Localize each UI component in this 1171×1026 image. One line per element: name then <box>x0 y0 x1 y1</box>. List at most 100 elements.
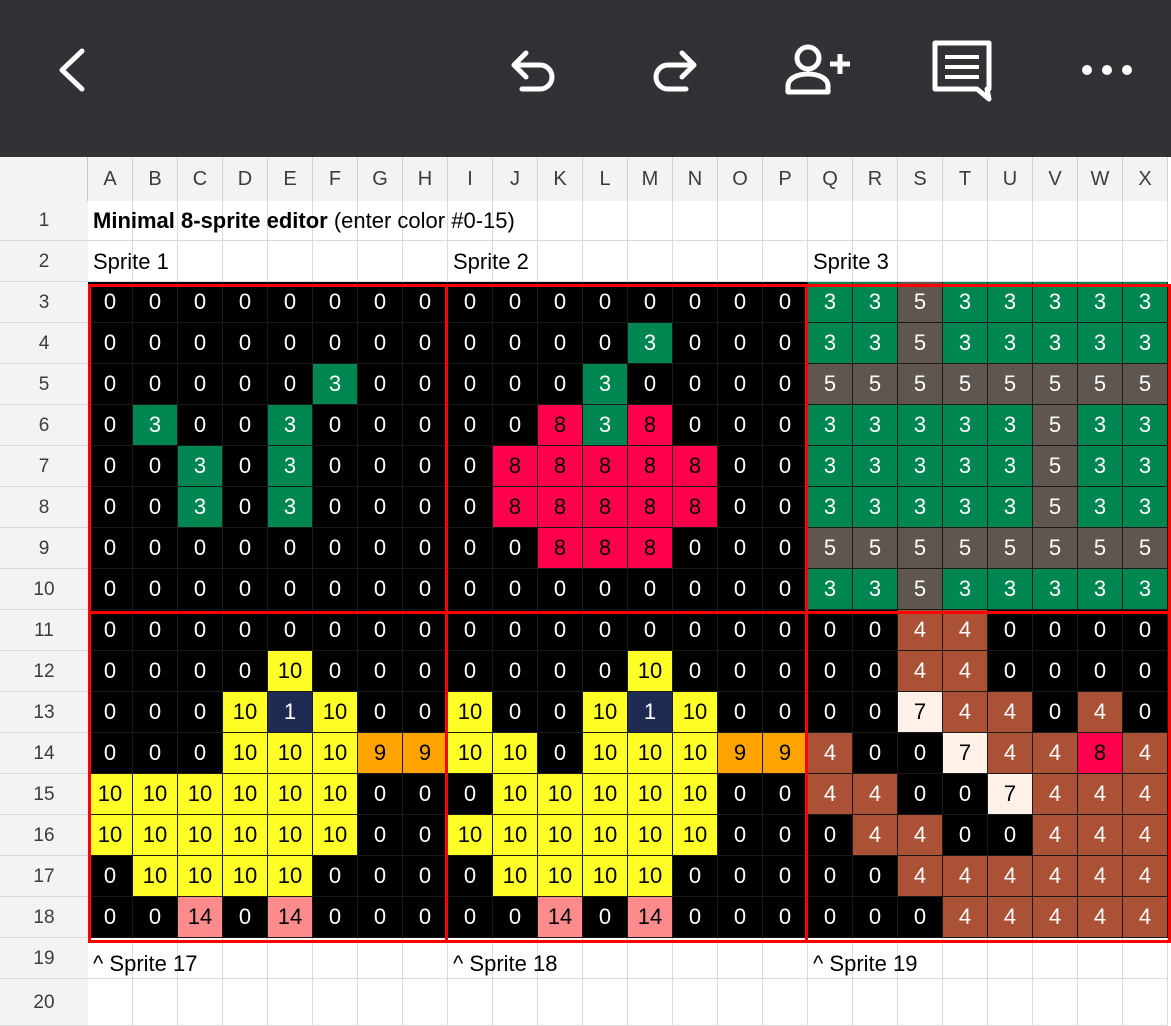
pixel-cell-k3[interactable]: 0 <box>538 282 583 323</box>
cell-w2[interactable] <box>1078 241 1123 282</box>
pixel-cell-c4[interactable]: 0 <box>178 323 223 364</box>
pixel-cell-o7[interactable]: 0 <box>718 446 763 487</box>
column-header-n[interactable]: N <box>673 157 718 201</box>
pixel-cell-v4[interactable]: 3 <box>1033 323 1078 364</box>
pixel-cell-u14[interactable]: 4 <box>988 733 1033 774</box>
pixel-cell-q4[interactable]: 3 <box>808 323 853 364</box>
pixel-cell-v7[interactable]: 5 <box>1033 446 1078 487</box>
column-header-s[interactable]: S <box>898 157 943 201</box>
pixel-cell-x7[interactable]: 3 <box>1123 446 1168 487</box>
pixel-cell-j5[interactable]: 0 <box>493 364 538 405</box>
pixel-cell-a10[interactable]: 0 <box>88 569 133 610</box>
pixel-cell-d5[interactable]: 0 <box>223 364 268 405</box>
cell-n1[interactable] <box>673 201 718 241</box>
pixel-cell-v13[interactable]: 0 <box>1033 692 1078 733</box>
pixel-cell-c14[interactable]: 0 <box>178 733 223 774</box>
bottom-label-19[interactable]: ^ Sprite 19 <box>808 943 918 984</box>
pixel-cell-r14[interactable]: 0 <box>853 733 898 774</box>
pixel-cell-o12[interactable]: 0 <box>718 651 763 692</box>
pixel-cell-b18[interactable]: 0 <box>133 897 178 938</box>
pixel-cell-k16[interactable]: 10 <box>538 815 583 856</box>
pixel-cell-f9[interactable]: 0 <box>313 528 358 569</box>
pixel-cell-x3[interactable]: 3 <box>1123 282 1168 323</box>
cell-l20[interactable] <box>583 979 628 1026</box>
cell-u19[interactable] <box>988 938 1033 979</box>
pixel-cell-r6[interactable]: 3 <box>853 405 898 446</box>
pixel-cell-q16[interactable]: 0 <box>808 815 853 856</box>
pixel-cell-e12[interactable]: 10 <box>268 651 313 692</box>
row-header-14[interactable]: 14 <box>0 733 88 774</box>
pixel-cell-e15[interactable]: 10 <box>268 774 313 815</box>
pixel-cell-i9[interactable]: 0 <box>448 528 493 569</box>
pixel-cell-q7[interactable]: 3 <box>808 446 853 487</box>
cell-p20[interactable] <box>763 979 808 1026</box>
pixel-cell-v8[interactable]: 5 <box>1033 487 1078 528</box>
pixel-cell-b15[interactable]: 10 <box>133 774 178 815</box>
cell-b20[interactable] <box>133 979 178 1026</box>
pixel-cell-f15[interactable]: 10 <box>313 774 358 815</box>
back-button[interactable] <box>32 30 112 110</box>
pixel-cell-p17[interactable]: 0 <box>763 856 808 897</box>
column-header-q[interactable]: Q <box>808 157 853 201</box>
cell-e19[interactable] <box>268 938 313 979</box>
pixel-cell-i12[interactable]: 0 <box>448 651 493 692</box>
pixel-cell-f10[interactable]: 0 <box>313 569 358 610</box>
pixel-cell-f6[interactable]: 0 <box>313 405 358 446</box>
column-header-h[interactable]: H <box>403 157 448 201</box>
cell-t2[interactable] <box>943 241 988 282</box>
column-header-c[interactable]: C <box>178 157 223 201</box>
pixel-cell-t8[interactable]: 3 <box>943 487 988 528</box>
pixel-cell-n10[interactable]: 0 <box>673 569 718 610</box>
pixel-cell-v5[interactable]: 5 <box>1033 364 1078 405</box>
pixel-cell-s18[interactable]: 0 <box>898 897 943 938</box>
pixel-cell-f13[interactable]: 10 <box>313 692 358 733</box>
pixel-cell-h17[interactable]: 0 <box>403 856 448 897</box>
cell-f2[interactable] <box>313 241 358 282</box>
pixel-cell-i7[interactable]: 0 <box>448 446 493 487</box>
pixel-cell-k12[interactable]: 0 <box>538 651 583 692</box>
pixel-cell-s9[interactable]: 5 <box>898 528 943 569</box>
pixel-cell-q13[interactable]: 0 <box>808 692 853 733</box>
pixel-cell-v18[interactable]: 4 <box>1033 897 1078 938</box>
pixel-cell-u15[interactable]: 7 <box>988 774 1033 815</box>
row-header-4[interactable]: 4 <box>0 323 88 364</box>
row-header-9[interactable]: 9 <box>0 528 88 569</box>
pixel-cell-u13[interactable]: 4 <box>988 692 1033 733</box>
pixel-cell-i4[interactable]: 0 <box>448 323 493 364</box>
column-header-f[interactable]: F <box>313 157 358 201</box>
pixel-cell-b10[interactable]: 0 <box>133 569 178 610</box>
pixel-cell-u16[interactable]: 0 <box>988 815 1033 856</box>
pixel-cell-m15[interactable]: 10 <box>628 774 673 815</box>
pixel-cell-r9[interactable]: 5 <box>853 528 898 569</box>
column-header-t[interactable]: T <box>943 157 988 201</box>
pixel-cell-p8[interactable]: 0 <box>763 487 808 528</box>
cell-p1[interactable] <box>763 201 808 241</box>
pixel-cell-s12[interactable]: 4 <box>898 651 943 692</box>
pixel-cell-v9[interactable]: 5 <box>1033 528 1078 569</box>
cell-x20[interactable] <box>1123 979 1168 1026</box>
cell-g19[interactable] <box>358 938 403 979</box>
pixel-cell-m12[interactable]: 10 <box>628 651 673 692</box>
cell-m2[interactable] <box>628 241 673 282</box>
pixel-cell-x13[interactable]: 0 <box>1123 692 1168 733</box>
cell-o19[interactable] <box>718 938 763 979</box>
pixel-cell-j7[interactable]: 8 <box>493 446 538 487</box>
pixel-cell-k8[interactable]: 8 <box>538 487 583 528</box>
pixel-cell-f4[interactable]: 0 <box>313 323 358 364</box>
pixel-cell-e8[interactable]: 3 <box>268 487 313 528</box>
pixel-cell-m14[interactable]: 10 <box>628 733 673 774</box>
cell-t20[interactable] <box>943 979 988 1026</box>
pixel-cell-c6[interactable]: 0 <box>178 405 223 446</box>
pixel-cell-h3[interactable]: 0 <box>403 282 448 323</box>
pixel-cell-u12[interactable]: 0 <box>988 651 1033 692</box>
pixel-cell-g11[interactable]: 0 <box>358 610 403 651</box>
pixel-cell-t6[interactable]: 3 <box>943 405 988 446</box>
pixel-cell-j13[interactable]: 0 <box>493 692 538 733</box>
pixel-cell-n3[interactable]: 0 <box>673 282 718 323</box>
pixel-cell-p6[interactable]: 0 <box>763 405 808 446</box>
pixel-cell-h5[interactable]: 0 <box>403 364 448 405</box>
pixel-cell-b5[interactable]: 0 <box>133 364 178 405</box>
pixel-cell-o3[interactable]: 0 <box>718 282 763 323</box>
pixel-cell-b12[interactable]: 0 <box>133 651 178 692</box>
pixel-cell-a8[interactable]: 0 <box>88 487 133 528</box>
